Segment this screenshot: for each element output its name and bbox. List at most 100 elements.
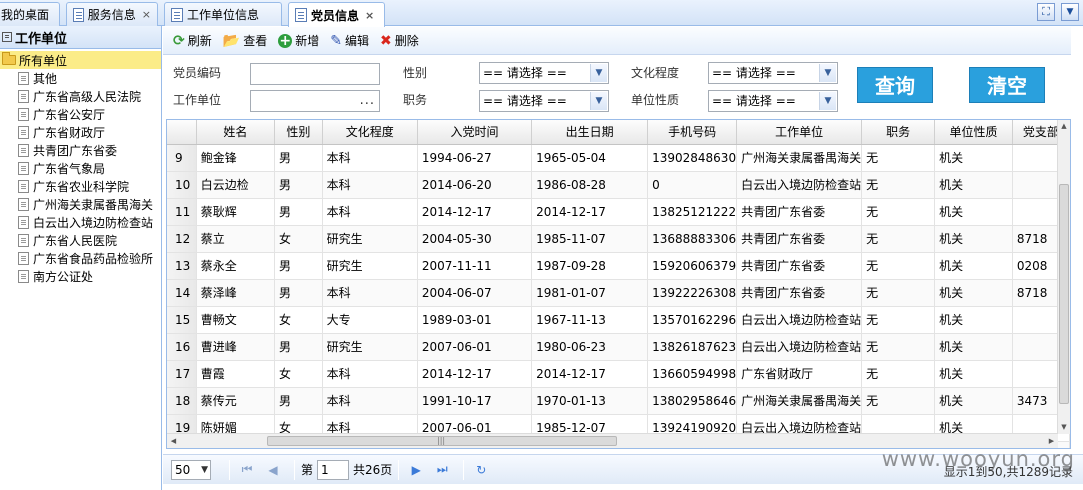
table-cell: 0: [647, 171, 738, 199]
row-number: 9: [167, 144, 197, 172]
ellipsis-icon[interactable]: ...: [360, 91, 375, 111]
grip-icon: |||: [437, 436, 446, 445]
refresh-button[interactable]: ⟳ 刷新: [173, 32, 212, 49]
scroll-thumb[interactable]: [1059, 184, 1069, 404]
column-header[interactable]: 工作单位: [736, 120, 863, 145]
table-cell: 女: [274, 360, 323, 388]
table-cell: 共青团广东省委: [736, 225, 863, 253]
page-prefix: 第: [301, 463, 314, 477]
column-header[interactable]: 出生日期: [531, 120, 649, 145]
table-row[interactable]: 16 曹进峰男研究生 2007-06-01 1980-06-23 13826187623…: [167, 333, 1070, 361]
page-icon: [73, 7, 84, 22]
table-cell: 15920606379: [647, 252, 738, 280]
tree-item[interactable]: 广东省公安厅: [0, 105, 161, 123]
edit-button[interactable]: ✎ 编辑: [330, 32, 369, 49]
table-cell: 无: [861, 306, 936, 334]
table-row[interactable]: 12 蔡立女研究生 2004-05-30 1985-11-07 13688883306 共…: [167, 225, 1070, 253]
tab-my-desktop[interactable]: 我的桌面: [0, 2, 60, 26]
tree-item[interactable]: 广东省财政厅: [0, 123, 161, 141]
column-header[interactable]: 性别: [274, 120, 323, 145]
plus-icon: +: [278, 32, 293, 49]
column-header[interactable]: 手机号码: [647, 120, 738, 145]
table-cell: 13802958646: [647, 387, 738, 415]
tree-item[interactable]: 广东省食品药品检验所: [0, 249, 161, 267]
tree-item[interactable]: 广州海关隶属番禺海关: [0, 195, 161, 213]
tab-menu-icon[interactable]: ▼: [1061, 3, 1079, 21]
tree-item[interactable]: 其他: [0, 69, 161, 87]
divider: [398, 459, 400, 480]
tree-item[interactable]: 南方公证处: [0, 267, 161, 285]
scroll-down-icon[interactable]: ▼: [1058, 421, 1070, 434]
page-number-input[interactable]: 1: [317, 459, 350, 480]
table-cell: 研究生: [322, 333, 418, 361]
gender-select[interactable]: == 请选择 == ▼: [479, 62, 609, 84]
tab-work-unit-info[interactable]: 工作单位信息: [164, 2, 282, 26]
tab-party-member-info[interactable]: 党员信息 ×: [288, 2, 385, 27]
table-cell: 女: [274, 306, 323, 334]
horizontal-scrollbar[interactable]: ◀ ||| ▶: [167, 433, 1058, 448]
table-cell: 白云出入境边防检查站: [736, 306, 863, 334]
unit-nature-select[interactable]: == 请选择 == ▼: [708, 90, 838, 112]
tree-item[interactable]: 广东省人民医院: [0, 231, 161, 249]
table-cell: 无: [861, 171, 936, 199]
tree-item[interactable]: 广东省高级人民法院: [0, 87, 161, 105]
close-icon[interactable]: ×: [365, 9, 374, 22]
tab-service-info[interactable]: 服务信息 ×: [66, 2, 158, 26]
last-page-icon[interactable]: ⏭: [431, 462, 453, 477]
member-code-input[interactable]: [250, 63, 380, 85]
table-cell: 男: [274, 144, 323, 172]
row-number: 11: [167, 198, 197, 226]
column-header[interactable]: 职务: [861, 120, 936, 145]
tree-item[interactable]: 广东省农业科学院: [0, 177, 161, 195]
table-row[interactable]: 11 蔡耿辉男本科 2014-12-17 2014-12-17 13825121222 共…: [167, 198, 1070, 226]
tree-root-all-units[interactable]: 所有单位: [0, 51, 161, 69]
tree-node-label: 所有单位: [19, 53, 68, 68]
table-cell: 机关: [934, 333, 1013, 361]
table-row[interactable]: 14 蔡泽峰男本科 2004-06-07 1981-01-07 13922226308 共…: [167, 279, 1070, 307]
row-number: 17: [167, 360, 197, 388]
table-row[interactable]: 10 白云边检男本科 2014-06-20 1986-08-28 0 白云出入境边防检查站…: [167, 171, 1070, 199]
education-select[interactable]: == 请选择 == ▼: [708, 62, 838, 84]
work-unit-picker[interactable]: ...: [250, 90, 380, 112]
close-icon[interactable]: ×: [142, 8, 151, 21]
table-row[interactable]: 17 曹霞女本科 2014-12-17 2014-12-17 13660594998 广东…: [167, 360, 1070, 388]
next-page-icon[interactable]: ▶: [405, 463, 427, 477]
table-cell: 鲍金锋: [196, 144, 276, 172]
table-row[interactable]: 18 蔡传元男本科 1991-10-17 1970-01-13 13802958646 广…: [167, 387, 1070, 415]
prev-page-icon[interactable]: ◀: [262, 463, 284, 477]
scroll-right-icon[interactable]: ▶: [1045, 434, 1058, 448]
table-cell: 广州海关隶属番禺海关: [736, 387, 863, 415]
view-button[interactable]: 📂 查看: [223, 32, 267, 49]
table-cell: 无: [861, 252, 936, 280]
query-button[interactable]: 查询: [857, 67, 933, 103]
delete-button[interactable]: ✖ 删除: [380, 32, 419, 49]
position-select-value: == 请选择 ==: [483, 94, 567, 108]
vertical-scrollbar[interactable]: ▲ ▼: [1057, 120, 1070, 434]
column-header[interactable]: 文化程度: [322, 120, 418, 145]
page-size-select[interactable]: 50 ▼: [171, 459, 211, 480]
first-page-icon[interactable]: ⏮: [236, 462, 258, 477]
table-cell: 1986-08-28: [531, 171, 649, 199]
table-cell: 无: [861, 279, 936, 307]
table-cell: 2014-12-17: [531, 360, 649, 388]
table-row[interactable]: 13 蔡永全男研究生 2007-11-11 1987-09-28 15920606379…: [167, 252, 1070, 280]
clear-button[interactable]: 清空: [969, 67, 1045, 103]
scroll-up-icon[interactable]: ▲: [1058, 120, 1070, 133]
scroll-left-icon[interactable]: ◀: [167, 434, 180, 448]
table-cell: 13826187623: [647, 333, 738, 361]
tree-item[interactable]: 共青团广东省委: [0, 141, 161, 159]
reload-icon[interactable]: ↻: [470, 463, 492, 477]
position-select[interactable]: == 请选择 == ▼: [479, 90, 609, 112]
table-cell: 机关: [934, 252, 1013, 280]
table-row[interactable]: 9 鲍金锋男本科 1994-06-27 1965-05-04 13902848630 广州…: [167, 144, 1070, 172]
member-grid: 姓名 性别 文化程度 入党时间 出生日期 手机号码 工作单位 职务 单位性质 党支部 9 鲍金锋男本…: [166, 119, 1071, 449]
column-header[interactable]: 单位性质: [934, 120, 1013, 145]
table-row[interactable]: 15 曹畅文女大专 1989-03-01 1967-11-13 13570162296 白…: [167, 306, 1070, 334]
maximize-icon[interactable]: ⛶: [1037, 3, 1055, 21]
column-header[interactable]: 入党时间: [417, 120, 533, 145]
table-cell: 共青团广东省委: [736, 198, 863, 226]
add-button[interactable]: + 新增: [278, 32, 319, 49]
tree-item[interactable]: 白云出入境边防检查站: [0, 213, 161, 231]
column-header[interactable]: 姓名: [196, 120, 276, 145]
tree-item[interactable]: 广东省气象局: [0, 159, 161, 177]
